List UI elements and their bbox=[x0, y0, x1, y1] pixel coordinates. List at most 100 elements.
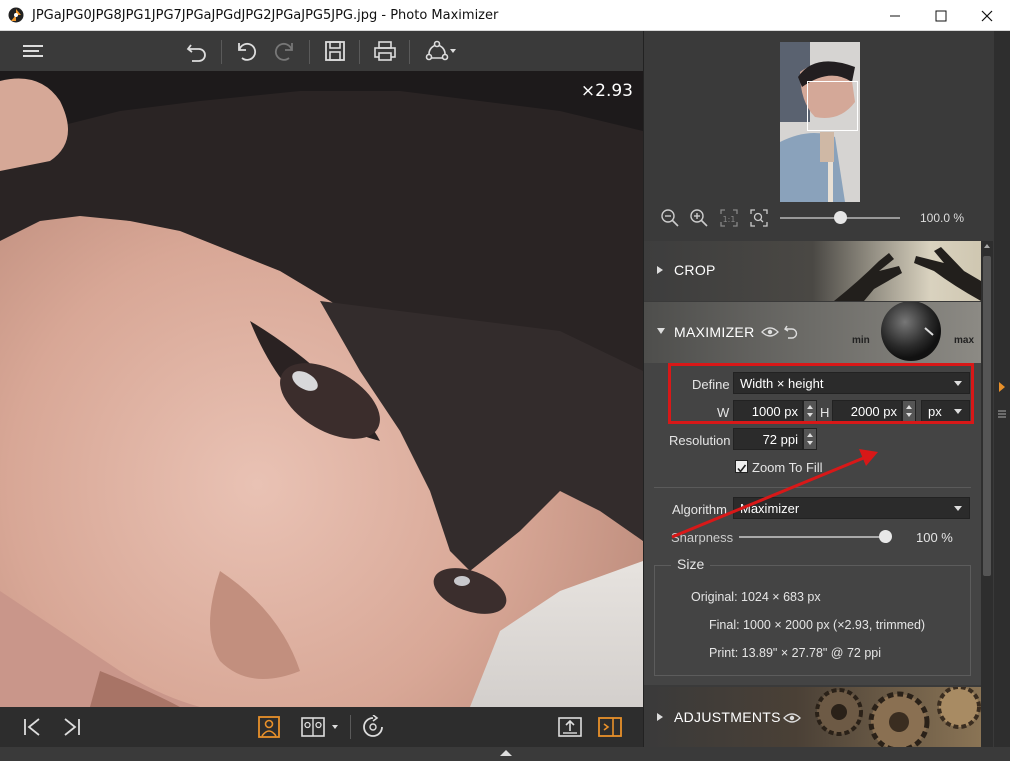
size-group-title: Size bbox=[671, 556, 711, 572]
zoom-percent-label: 100.0 % bbox=[920, 211, 965, 225]
last-image-button[interactable] bbox=[58, 714, 84, 740]
maximizer-knob[interactable] bbox=[881, 302, 941, 361]
knob-max-label: max bbox=[954, 335, 975, 346]
window-title: JPGaJPG0JPG8JPG1JPG7JPGaJPGdJPG2JPGaJPG5… bbox=[32, 7, 499, 23]
actual-size-icon[interactable]: 1:1 bbox=[719, 208, 739, 228]
resolution-input[interactable]: 72 ppi bbox=[733, 428, 803, 450]
resolution-stepper[interactable] bbox=[803, 428, 817, 450]
size-final: Final: 1000 × 2000 px (×2.93, trimmed) bbox=[709, 618, 926, 632]
close-icon bbox=[981, 10, 993, 21]
zoom-to-fill-checkbox[interactable] bbox=[735, 460, 748, 473]
rotate-icon bbox=[363, 715, 383, 737]
maximizer-section-title: MAXIMIZER bbox=[674, 324, 755, 340]
save-icon bbox=[325, 41, 345, 61]
highlight-box bbox=[668, 363, 974, 424]
minimize-button[interactable] bbox=[872, 0, 918, 31]
navigator: 1:1 100.0 % bbox=[644, 31, 994, 241]
zoom-factor-label: ×2.93 bbox=[580, 81, 633, 101]
rotate-button[interactable] bbox=[360, 714, 386, 740]
chevron-down-icon bbox=[450, 49, 456, 53]
size-print: Print: 13.89" × 27.78" @ 72 ppi bbox=[709, 646, 882, 660]
share-icon bbox=[425, 40, 449, 61]
checkmark-icon bbox=[737, 464, 747, 473]
expand-arrow-icon bbox=[657, 266, 663, 274]
skip-first-icon bbox=[24, 718, 40, 736]
photo-canvas bbox=[0, 71, 643, 707]
close-button[interactable] bbox=[964, 0, 1010, 31]
panel-toggle-icon bbox=[598, 717, 622, 737]
toggle-panel-button[interactable] bbox=[597, 714, 623, 740]
redo-icon bbox=[274, 43, 293, 61]
chevron-down-icon bbox=[332, 725, 338, 729]
collapse-arrow-icon bbox=[657, 328, 665, 334]
eye-icon[interactable] bbox=[783, 712, 801, 724]
menu-button[interactable] bbox=[18, 37, 48, 65]
first-image-button[interactable] bbox=[20, 714, 46, 740]
resolution-label: Resolution bbox=[669, 433, 731, 448]
zoom-slider-handle[interactable] bbox=[834, 211, 847, 224]
bottom-strip bbox=[0, 747, 1010, 761]
image-viewport[interactable]: ×2.93 bbox=[0, 71, 643, 707]
knob-min-label: min bbox=[852, 335, 870, 346]
share-button[interactable] bbox=[420, 37, 462, 65]
panel-scrollbar-thumb[interactable] bbox=[983, 256, 991, 576]
size-original: Original: 1024 × 683 px bbox=[691, 590, 821, 604]
navigator-viewport-box[interactable] bbox=[807, 81, 858, 131]
expand-arrow-icon bbox=[657, 713, 663, 721]
eye-icon[interactable] bbox=[761, 326, 779, 338]
scroll-up-icon[interactable] bbox=[983, 243, 991, 249]
app-window: JPGaJPG0JPG8JPG1JPG7JPGaJPGdJPG2JPGaJPG5… bbox=[0, 0, 1010, 761]
export-button[interactable] bbox=[557, 714, 583, 740]
revert-icon bbox=[186, 44, 206, 62]
revert-button[interactable] bbox=[182, 37, 212, 65]
compare-portraits-icon bbox=[301, 717, 325, 737]
toolbar-separator bbox=[309, 40, 310, 64]
maximizer-section-header[interactable]: MAXIMIZER min max bbox=[644, 302, 981, 363]
toolbar-separator bbox=[409, 40, 410, 64]
stepper-arrows-icon bbox=[807, 433, 813, 445]
single-view-button[interactable] bbox=[256, 714, 282, 740]
maximize-button[interactable] bbox=[918, 0, 964, 31]
toolbar-separator bbox=[350, 715, 351, 739]
save-button[interactable] bbox=[320, 37, 350, 65]
sharpness-slider[interactable] bbox=[739, 536, 886, 538]
compare-view-button[interactable] bbox=[296, 714, 344, 740]
fit-to-window-icon[interactable] bbox=[749, 208, 769, 228]
divider bbox=[654, 487, 971, 488]
single-portrait-icon bbox=[258, 716, 280, 738]
zoom-in-icon[interactable] bbox=[689, 208, 709, 228]
toolbar-separator bbox=[221, 40, 222, 64]
bottom-toolbar bbox=[0, 707, 643, 747]
redo-button[interactable] bbox=[270, 37, 300, 65]
algorithm-value: Maximizer bbox=[740, 500, 800, 516]
minimize-icon bbox=[890, 15, 900, 16]
toolbar-separator bbox=[359, 40, 360, 64]
crop-section-title: CROP bbox=[674, 262, 716, 278]
algorithm-dropdown[interactable]: Maximizer bbox=[733, 497, 970, 519]
reset-icon[interactable] bbox=[783, 323, 799, 339]
panel-collapse-strip[interactable] bbox=[994, 31, 1010, 747]
app-logo-icon bbox=[8, 7, 24, 23]
grip-icon[interactable] bbox=[997, 409, 1007, 419]
sharpness-label: Sharpness bbox=[671, 530, 734, 545]
adjustments-section-title: ADJUSTMENTS bbox=[674, 709, 781, 725]
skip-last-icon bbox=[64, 718, 80, 736]
collapse-panel-icon[interactable] bbox=[998, 381, 1006, 393]
zoom-out-icon[interactable] bbox=[660, 208, 680, 228]
maximize-icon bbox=[935, 10, 947, 21]
zoom-to-fill-label[interactable]: Zoom To Fill bbox=[752, 460, 823, 475]
undo-button[interactable] bbox=[231, 37, 261, 65]
print-button[interactable] bbox=[370, 37, 400, 65]
sharpness-slider-handle[interactable] bbox=[879, 530, 892, 543]
main-toolbar bbox=[0, 31, 643, 71]
printer-icon bbox=[374, 41, 396, 61]
svg-text:1:1: 1:1 bbox=[723, 215, 736, 224]
crop-section-header[interactable]: CROP bbox=[644, 241, 981, 301]
algorithm-label: Algorithm bbox=[672, 502, 727, 517]
adjustments-section-header[interactable]: ADJUSTMENTS bbox=[644, 687, 981, 747]
chevron-down-icon bbox=[954, 506, 962, 511]
chevron-up-icon[interactable] bbox=[499, 749, 513, 757]
hamburger-menu-icon bbox=[23, 45, 43, 57]
title-bar: JPGaJPG0JPG8JPG1JPG7JPGaJPGdJPG2JPGaJPG5… bbox=[0, 0, 1010, 31]
resolution-value: 72 ppi bbox=[762, 431, 798, 447]
